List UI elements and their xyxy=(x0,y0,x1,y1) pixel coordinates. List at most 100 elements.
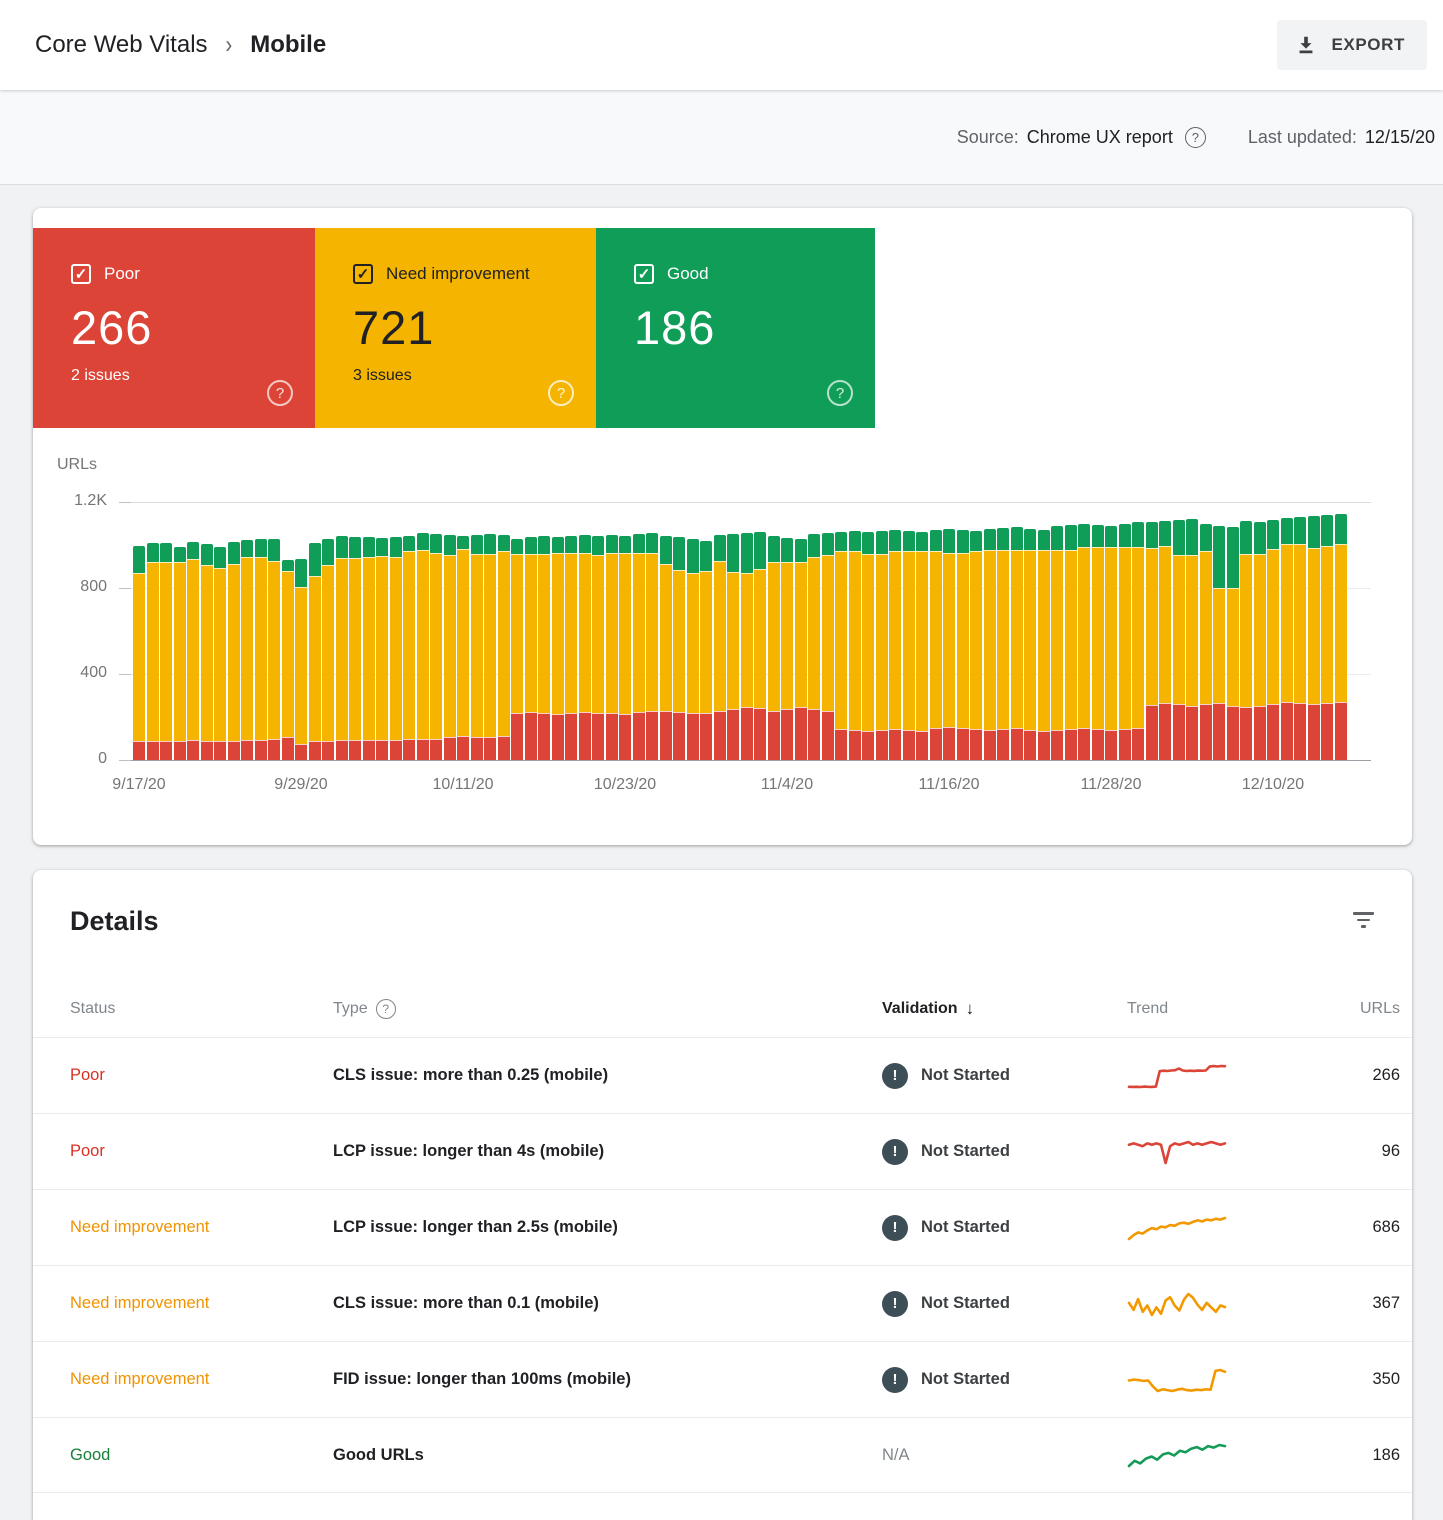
stacked-bar[interactable] xyxy=(1213,526,1225,760)
export-button[interactable]: EXPORT xyxy=(1277,20,1427,70)
stacked-bar[interactable] xyxy=(1051,526,1063,760)
stacked-bar[interactable] xyxy=(1092,525,1104,760)
stacked-bar[interactable] xyxy=(930,530,942,760)
stacked-bar[interactable] xyxy=(646,533,658,760)
stacked-bar[interactable] xyxy=(1321,515,1333,760)
stacked-bar[interactable] xyxy=(700,541,712,760)
column-header-trend[interactable]: Trend xyxy=(1127,1000,1340,1018)
stacked-bar[interactable] xyxy=(808,534,820,760)
stacked-bar[interactable] xyxy=(660,536,672,760)
stacked-bar[interactable] xyxy=(592,536,604,760)
stacked-bar[interactable] xyxy=(241,540,253,760)
stacked-bar[interactable] xyxy=(430,534,442,760)
stacked-bar[interactable] xyxy=(282,560,294,760)
stacked-bar[interactable] xyxy=(565,536,577,760)
stacked-bar[interactable] xyxy=(187,542,199,760)
need-improvement-help-icon[interactable]: ? xyxy=(548,380,574,406)
stacked-bar[interactable] xyxy=(1065,525,1077,760)
stacked-bar[interactable] xyxy=(768,536,780,760)
stacked-bar[interactable] xyxy=(795,539,807,760)
type-help-icon[interactable]: ? xyxy=(376,999,396,1019)
stacked-bar[interactable] xyxy=(174,547,186,760)
stacked-bar[interactable] xyxy=(498,535,510,760)
stacked-bar[interactable] xyxy=(903,531,915,760)
stacked-bar[interactable] xyxy=(889,530,901,760)
stacked-bar[interactable] xyxy=(1078,524,1090,760)
stacked-bar[interactable] xyxy=(403,536,415,760)
stacked-bar[interactable] xyxy=(417,533,429,760)
stacked-bar[interactable] xyxy=(1105,526,1117,760)
stacked-bar[interactable] xyxy=(1227,527,1239,760)
stacked-bar[interactable] xyxy=(214,547,226,760)
stacked-bar[interactable] xyxy=(781,538,793,761)
stacked-bar[interactable] xyxy=(849,531,861,760)
stacked-bar[interactable] xyxy=(457,536,469,760)
stacked-bar[interactable] xyxy=(1132,522,1144,760)
stacked-bar[interactable] xyxy=(322,539,334,760)
stacked-bar[interactable] xyxy=(619,536,631,760)
stacked-bar[interactable] xyxy=(835,532,847,760)
stacked-bar[interactable] xyxy=(349,537,361,760)
stacked-bar[interactable] xyxy=(444,535,456,760)
table-row[interactable]: PoorCLS issue: more than 0.25 (mobile)!N… xyxy=(33,1037,1412,1113)
poor-help-icon[interactable]: ? xyxy=(267,380,293,406)
stacked-bar[interactable] xyxy=(1308,516,1320,760)
stacked-bar[interactable] xyxy=(538,536,550,760)
breadcrumb-core-web-vitals[interactable]: Core Web Vitals xyxy=(35,31,208,59)
stacked-bar[interactable] xyxy=(201,544,213,760)
stacked-bar[interactable] xyxy=(1281,518,1293,760)
stacked-bar[interactable] xyxy=(1173,520,1185,760)
stacked-bar[interactable] xyxy=(727,534,739,760)
need-improvement-checkbox[interactable]: ✓ xyxy=(353,264,373,284)
stacked-bar[interactable] xyxy=(1240,521,1252,760)
table-row[interactable]: PoorLCP issue: longer than 4s (mobile)!N… xyxy=(33,1113,1412,1189)
stacked-bar[interactable] xyxy=(1038,530,1050,760)
stacked-bar[interactable] xyxy=(984,529,996,760)
stacked-bar[interactable] xyxy=(471,535,483,760)
stacked-bar[interactable] xyxy=(741,533,753,760)
stacked-bar[interactable] xyxy=(1267,520,1279,760)
stacked-bar[interactable] xyxy=(997,528,1009,760)
stacked-bar[interactable] xyxy=(1159,521,1171,760)
stacked-bar[interactable] xyxy=(309,543,321,760)
stacked-bar[interactable] xyxy=(970,531,982,760)
stacked-bar[interactable] xyxy=(943,529,955,760)
stacked-bar[interactable] xyxy=(1335,514,1347,760)
stacked-bar[interactable] xyxy=(363,537,375,760)
stacked-bar[interactable] xyxy=(228,542,240,760)
stacked-bar[interactable] xyxy=(147,543,159,760)
column-header-type[interactable]: Type ? xyxy=(333,999,882,1019)
stacked-bar[interactable] xyxy=(633,534,645,760)
stacked-bar[interactable] xyxy=(1011,527,1023,760)
column-header-status[interactable]: Status xyxy=(70,1000,333,1018)
stacked-bar[interactable] xyxy=(1200,524,1212,760)
table-row[interactable]: Need improvementCLS issue: more than 0.1… xyxy=(33,1265,1412,1341)
stacked-bar[interactable] xyxy=(390,537,402,760)
stacked-bar[interactable] xyxy=(268,539,280,760)
poor-summary-chip[interactable]: ✓ Poor 266 2 issues ? xyxy=(33,228,315,428)
table-row[interactable]: Need improvementLCP issue: longer than 2… xyxy=(33,1189,1412,1265)
source-help-icon[interactable]: ? xyxy=(1185,127,1206,148)
stacked-bar[interactable] xyxy=(916,532,928,760)
stacked-bar[interactable] xyxy=(754,532,766,760)
stacked-bar[interactable] xyxy=(255,539,267,760)
stacked-bar[interactable] xyxy=(957,530,969,760)
stacked-bar[interactable] xyxy=(336,536,348,760)
stacked-bar[interactable] xyxy=(579,535,591,760)
table-row[interactable]: Need improvementFID issue: longer than 1… xyxy=(33,1341,1412,1417)
stacked-bar[interactable] xyxy=(862,532,874,760)
stacked-bar[interactable] xyxy=(822,533,834,760)
column-header-validation[interactable]: Validation ↓ xyxy=(882,999,1127,1019)
stacked-bar[interactable] xyxy=(511,539,523,760)
need-improvement-summary-chip[interactable]: ✓ Need improvement 721 3 issues ? xyxy=(315,228,596,428)
stacked-bar[interactable] xyxy=(133,546,145,760)
good-help-icon[interactable]: ? xyxy=(827,380,853,406)
stacked-bar[interactable] xyxy=(525,537,537,760)
stacked-bar[interactable] xyxy=(484,534,496,760)
stacked-bar[interactable] xyxy=(295,559,307,760)
stacked-bar[interactable] xyxy=(160,543,172,760)
stacked-bar[interactable] xyxy=(1024,529,1036,760)
table-row[interactable]: GoodGood URLsN/A186 xyxy=(33,1417,1412,1493)
stacked-bar[interactable] xyxy=(714,535,726,760)
stacked-bar[interactable] xyxy=(1186,519,1198,760)
